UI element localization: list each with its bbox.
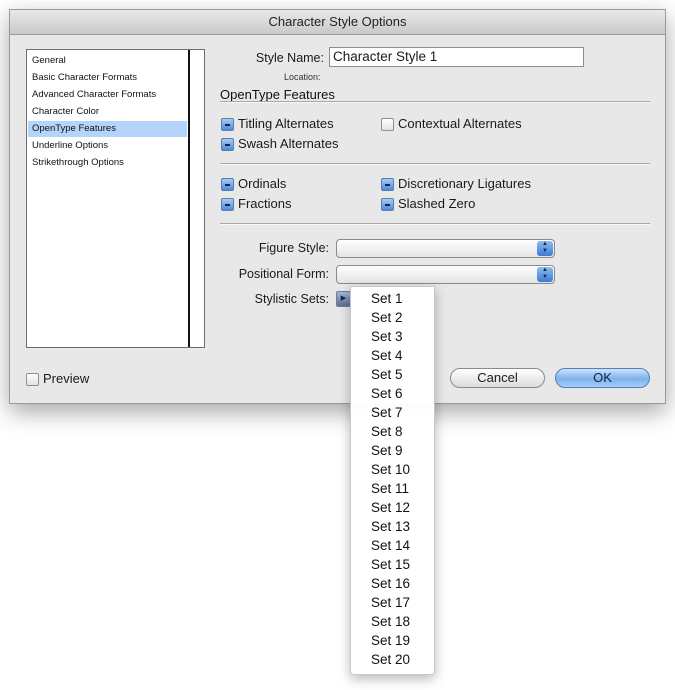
menu-item-set-14[interactable]: Set 14 bbox=[351, 536, 434, 555]
menu-item-set-20[interactable]: Set 20 bbox=[351, 650, 434, 669]
menu-item-set-1[interactable]: Set 1 bbox=[351, 289, 434, 308]
menu-item-set-19[interactable]: Set 19 bbox=[351, 631, 434, 650]
triangle-right-icon: ▶ bbox=[340, 295, 347, 302]
menu-item-set-11[interactable]: Set 11 bbox=[351, 479, 434, 498]
divider bbox=[220, 223, 650, 225]
sidebar-item-character-color[interactable]: Character Color bbox=[28, 104, 187, 120]
contextual-alternates-label: Contextual Alternates bbox=[398, 116, 522, 131]
style-name-field[interactable]: Character Style 1 bbox=[329, 47, 584, 67]
slashed-zero-checkbox[interactable] bbox=[381, 198, 394, 211]
titling-alternates-label: Titling Alternates bbox=[238, 116, 334, 131]
menu-item-set-12[interactable]: Set 12 bbox=[351, 498, 434, 517]
discretionary-ligatures-label: Discretionary Ligatures bbox=[398, 176, 531, 191]
stylistic-sets-label: Stylistic Sets: bbox=[254, 292, 329, 306]
location-label: Location: bbox=[284, 72, 321, 82]
menu-item-set-17[interactable]: Set 17 bbox=[351, 593, 434, 612]
section-title: OpenType Features bbox=[220, 87, 335, 102]
cancel-button[interactable]: Cancel bbox=[450, 368, 545, 388]
stylistic-sets-menu: Set 1 Set 2 Set 3 Set 4 Set 5 Set 6 Set … bbox=[350, 286, 435, 675]
category-list-pane: General Basic Character Formats Advanced… bbox=[27, 50, 190, 347]
sidebar-item-underline-options[interactable]: Underline Options bbox=[28, 138, 187, 154]
swash-alternates-checkbox[interactable] bbox=[221, 138, 234, 151]
fractions-checkbox[interactable] bbox=[221, 198, 234, 211]
up-down-arrows-icon: ▲ ▼ bbox=[537, 241, 553, 256]
ordinals-label: Ordinals bbox=[238, 176, 287, 191]
stylistic-sets-button[interactable]: ▶ bbox=[336, 291, 351, 307]
sidebar-item-advanced-character-formats[interactable]: Advanced Character Formats bbox=[28, 87, 187, 103]
discretionary-ligatures-checkbox[interactable] bbox=[381, 178, 394, 191]
category-list[interactable]: General Basic Character Formats Advanced… bbox=[26, 49, 205, 348]
positional-form-select[interactable]: ▲ ▼ bbox=[336, 265, 555, 284]
menu-item-set-15[interactable]: Set 15 bbox=[351, 555, 434, 574]
divider bbox=[220, 101, 650, 103]
menu-item-set-18[interactable]: Set 18 bbox=[351, 612, 434, 631]
figure-style-select[interactable]: ▲ ▼ bbox=[336, 239, 555, 258]
sidebar-item-basic-character-formats[interactable]: Basic Character Formats bbox=[28, 70, 187, 86]
preview-checkbox[interactable] bbox=[26, 373, 39, 386]
menu-item-set-10[interactable]: Set 10 bbox=[351, 460, 434, 479]
ordinals-checkbox[interactable] bbox=[221, 178, 234, 191]
divider bbox=[220, 163, 650, 165]
slashed-zero-label: Slashed Zero bbox=[398, 196, 476, 211]
menu-item-set-7[interactable]: Set 7 bbox=[351, 403, 434, 422]
menu-item-set-13[interactable]: Set 13 bbox=[351, 517, 434, 536]
menu-item-set-3[interactable]: Set 3 bbox=[351, 327, 434, 346]
up-down-arrows-icon: ▲ ▼ bbox=[537, 267, 553, 282]
menu-item-set-16[interactable]: Set 16 bbox=[351, 574, 434, 593]
sidebar-item-strikethrough-options[interactable]: Strikethrough Options bbox=[28, 155, 187, 171]
menu-item-set-6[interactable]: Set 6 bbox=[351, 384, 434, 403]
menu-item-set-2[interactable]: Set 2 bbox=[351, 308, 434, 327]
style-name-label: Style Name: bbox=[255, 51, 324, 65]
menu-item-set-8[interactable]: Set 8 bbox=[351, 422, 434, 441]
titling-alternates-checkbox[interactable] bbox=[221, 118, 234, 131]
preview-label: Preview bbox=[43, 371, 90, 386]
figure-style-label: Figure Style: bbox=[258, 241, 329, 255]
positional-form-label: Positional Form: bbox=[238, 267, 329, 281]
contextual-alternates-checkbox[interactable] bbox=[381, 118, 394, 131]
ok-button[interactable]: OK bbox=[555, 368, 650, 388]
dialog-title: Character Style Options bbox=[10, 10, 665, 35]
menu-item-set-4[interactable]: Set 4 bbox=[351, 346, 434, 365]
fractions-label: Fractions bbox=[238, 196, 292, 211]
sidebar-item-opentype-features[interactable]: OpenType Features bbox=[28, 121, 187, 137]
menu-item-set-9[interactable]: Set 9 bbox=[351, 441, 434, 460]
character-style-options-dialog: Character Style Options General Basic Ch… bbox=[9, 9, 666, 404]
sidebar-item-general[interactable]: General bbox=[28, 53, 187, 69]
menu-item-set-5[interactable]: Set 5 bbox=[351, 365, 434, 384]
swash-alternates-label: Swash Alternates bbox=[238, 136, 339, 151]
